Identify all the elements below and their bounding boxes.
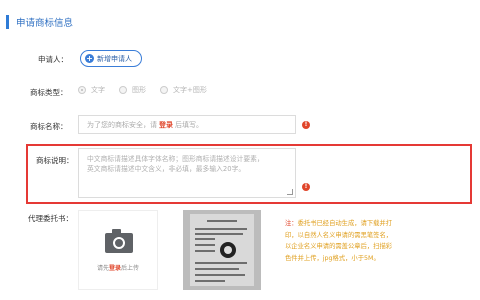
login-link[interactable]: 登录 bbox=[109, 265, 121, 272]
radio-graphic[interactable]: 图形 bbox=[119, 85, 146, 95]
trademark-desc-textarea[interactable]: 中文商标请描述具体字体名称；图形商标请描述设计要素， 英文商标请描述中文含义，非… bbox=[78, 148, 296, 198]
placeholder-line: 英文商标请描述中文含义，非必填，最多输入20字。 bbox=[87, 165, 246, 173]
upload-hint: 请先登录后上传 bbox=[96, 265, 140, 272]
exclamation-circle-icon: ! bbox=[302, 121, 310, 129]
power-of-attorney-label: 代理委托书： bbox=[28, 214, 73, 223]
radio-dot bbox=[78, 86, 86, 94]
login-link[interactable]: 登录 bbox=[159, 120, 173, 130]
radio-text[interactable]: 文字 bbox=[78, 85, 105, 95]
resize-handle[interactable] bbox=[287, 189, 293, 195]
radio-label: 文字+图形 bbox=[173, 86, 207, 94]
trademark-type-radio-group: 文字 图形 文字+图形 bbox=[78, 85, 221, 95]
section-accent-bar bbox=[6, 15, 9, 29]
section-header: 申请商标信息 bbox=[6, 15, 73, 29]
radio-text-graphic[interactable]: 文字+图形 bbox=[160, 85, 207, 95]
upload-box[interactable]: 请先登录后上传 bbox=[78, 210, 158, 290]
plus-circle-icon: + bbox=[85, 54, 94, 63]
section-title: 申请商标信息 bbox=[16, 18, 74, 29]
add-applicant-button[interactable]: + 新增申请人 bbox=[80, 50, 142, 67]
exclamation-circle-icon: ! bbox=[302, 183, 310, 191]
sample-document-image bbox=[183, 210, 261, 290]
applicant-label: 申请人： bbox=[38, 55, 68, 64]
trademark-name-input[interactable]: 为了您的商标安全，请 登录 后填写。 bbox=[78, 115, 296, 134]
placeholder-line: 中文商标请描述具体字体名称；图形商标请描述设计要素， bbox=[87, 155, 264, 163]
trademark-name-label: 商标名称： bbox=[30, 122, 68, 131]
placeholder-text: 为了您的商标安全，请 bbox=[87, 120, 157, 129]
radio-dot bbox=[119, 86, 127, 94]
radio-label: 文字 bbox=[91, 86, 105, 94]
add-applicant-label: 新增申请人 bbox=[97, 54, 132, 63]
trademark-desc-label: 商标说明： bbox=[36, 156, 74, 165]
trademark-type-label: 商标类型： bbox=[30, 88, 68, 97]
camera-icon bbox=[105, 229, 133, 253]
stamp-seal bbox=[220, 242, 236, 258]
attorney-note: 注：委托书已经自动生成，请下载并打印，以自然人名义申请的需黑笔签名，以企业名义申… bbox=[285, 220, 393, 262]
placeholder-text: 后填写。 bbox=[175, 120, 203, 129]
radio-label: 图形 bbox=[132, 86, 146, 94]
radio-dot bbox=[160, 86, 168, 94]
